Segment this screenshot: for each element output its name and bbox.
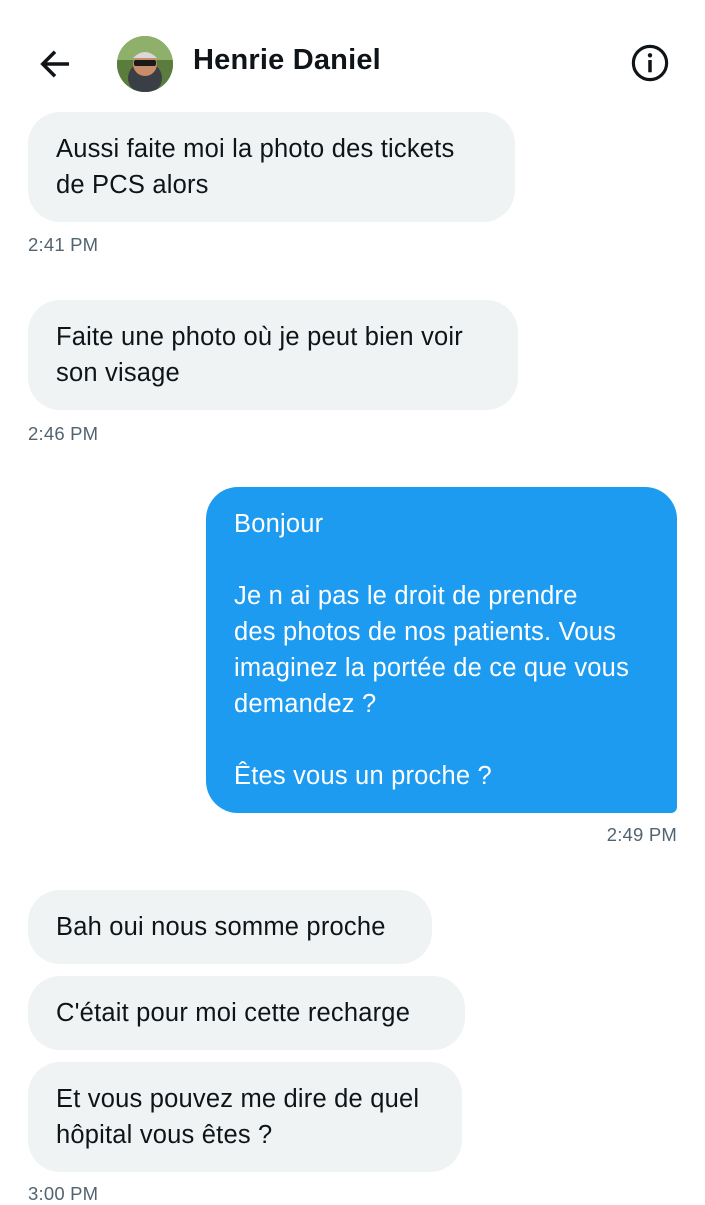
message-text-line: de PCS alors bbox=[56, 171, 209, 199]
incoming-message-bubble[interactable]: Bah oui nous somme proche bbox=[28, 890, 432, 964]
info-icon[interactable] bbox=[629, 42, 671, 84]
message-text-line: Bah oui nous somme proche bbox=[56, 913, 386, 941]
message-text-line: son visage bbox=[56, 359, 180, 387]
message-text-line bbox=[234, 542, 649, 578]
incoming-message-bubble[interactable]: Aussi faite moi la photo des tickets de … bbox=[28, 112, 515, 222]
contact-name[interactable]: Henrie Daniel bbox=[193, 44, 381, 77]
arrow-left-icon[interactable] bbox=[34, 43, 76, 85]
message-text-line: hôpital vous êtes ? bbox=[56, 1121, 273, 1149]
outgoing-message-bubble[interactable]: Bonjour Je n ai pas le droit de prendre … bbox=[206, 487, 677, 813]
message-timestamp: 2:46 PM bbox=[28, 423, 99, 444]
message-text-line: Et vous pouvez me dire de quel bbox=[56, 1085, 420, 1113]
incoming-message-bubble[interactable]: Et vous pouvez me dire de quel hôpital v… bbox=[28, 1062, 462, 1172]
message-timestamp: 2:49 PM bbox=[606, 824, 677, 845]
message-text-line: demandez ? bbox=[234, 690, 377, 718]
message-text-line: C'était pour moi cette recharge bbox=[56, 999, 411, 1027]
message-text-line: Êtes vous un proche ? bbox=[234, 762, 492, 790]
message-text-line: Je n ai pas le droit de prendre bbox=[234, 582, 578, 610]
message-timestamp: 2:41 PM bbox=[28, 234, 99, 255]
message-text-line: des photos de nos patients. Vous bbox=[234, 618, 617, 646]
message-timestamp: 3:00 PM bbox=[28, 1183, 99, 1204]
conversation-header: Henrie Daniel bbox=[0, 0, 705, 120]
avatar[interactable] bbox=[117, 36, 173, 92]
incoming-message-bubble[interactable]: C'était pour moi cette recharge bbox=[28, 976, 465, 1050]
message-text-line: imaginez la portée de ce que vous bbox=[234, 654, 630, 682]
message-text-line: Bonjour bbox=[234, 510, 324, 538]
message-text-line: Aussi faite moi la photo des tickets bbox=[56, 135, 455, 163]
incoming-message-bubble[interactable]: Faite une photo où je peut bien voir son… bbox=[28, 300, 518, 410]
message-text-line bbox=[234, 722, 649, 758]
message-text-line: Faite une photo où je peut bien voir bbox=[56, 323, 463, 351]
